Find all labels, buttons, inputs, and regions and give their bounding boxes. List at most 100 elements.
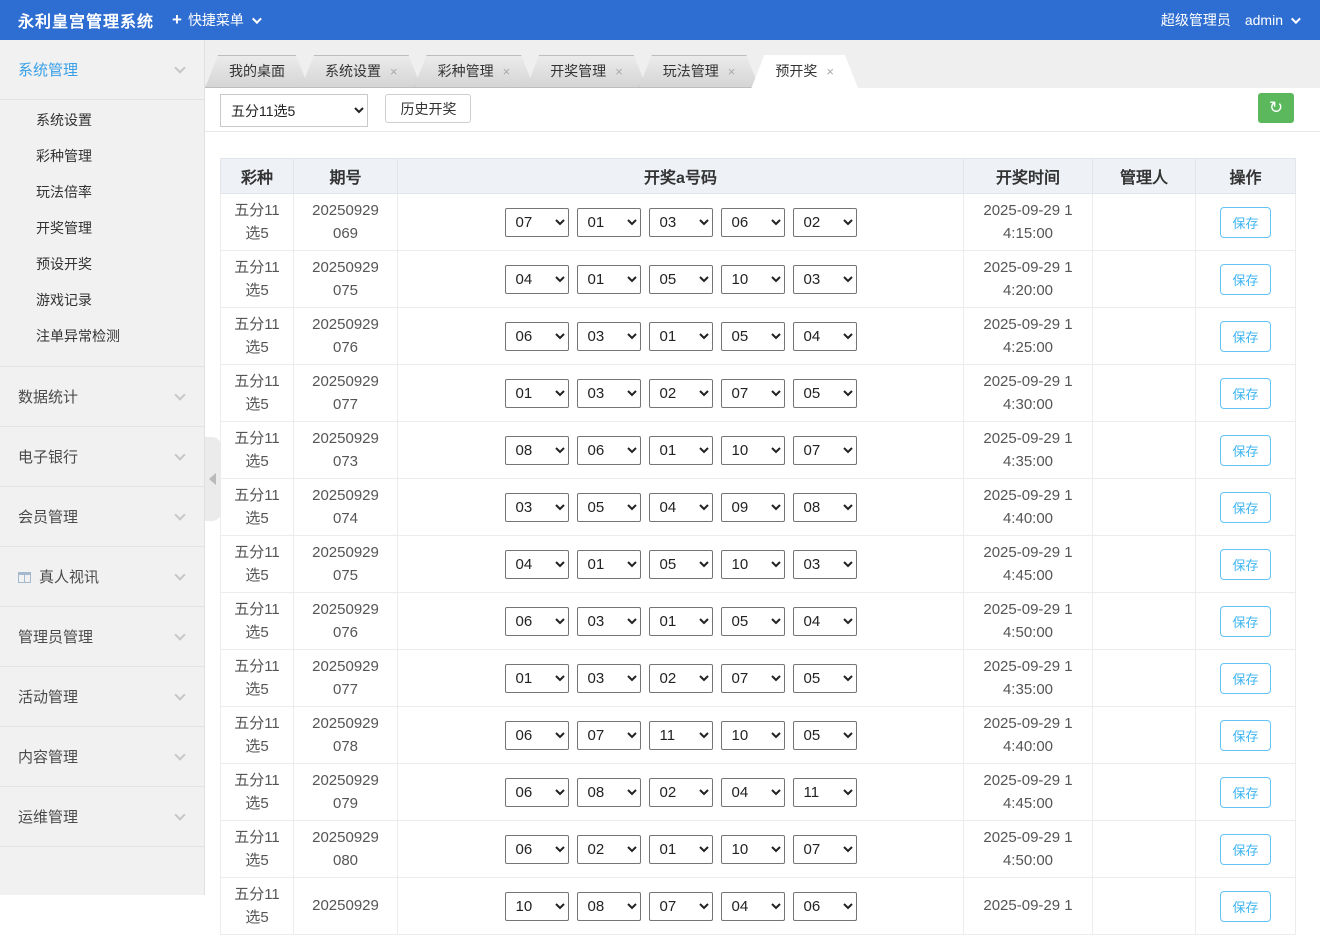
number-select[interactable]: 02 [577, 835, 641, 864]
sidebar-item[interactable]: 注单异常检测 [0, 318, 204, 354]
quick-menu-button[interactable]: + 快捷菜单 [172, 10, 259, 30]
number-select[interactable]: 02 [649, 664, 713, 693]
number-select[interactable]: 03 [577, 322, 641, 351]
number-select[interactable]: 02 [649, 379, 713, 408]
number-select[interactable]: 04 [505, 265, 569, 294]
number-select[interactable]: 06 [505, 721, 569, 750]
sidebar-group-9[interactable]: 运维管理 [0, 787, 204, 847]
sidebar-group-4[interactable]: 会员管理 [0, 487, 204, 547]
number-select[interactable]: 07 [793, 835, 857, 864]
number-select[interactable]: 03 [505, 493, 569, 522]
number-select[interactable]: 08 [793, 493, 857, 522]
number-select[interactable]: 03 [577, 379, 641, 408]
number-select[interactable]: 04 [505, 550, 569, 579]
sidebar-group-5[interactable]: 真人视讯 [0, 547, 204, 607]
number-select[interactable]: 01 [577, 265, 641, 294]
save-button[interactable]: 保存 [1220, 777, 1270, 808]
number-select[interactable]: 11 [793, 778, 857, 807]
number-select[interactable]: 02 [793, 208, 857, 237]
number-select[interactable]: 10 [505, 892, 569, 921]
number-select[interactable]: 04 [649, 493, 713, 522]
number-select[interactable]: 07 [721, 379, 785, 408]
number-select[interactable]: 10 [721, 835, 785, 864]
save-button[interactable]: 保存 [1220, 891, 1270, 922]
number-select[interactable]: 01 [505, 664, 569, 693]
number-select[interactable]: 05 [649, 550, 713, 579]
sidebar-item[interactable]: 开奖管理 [0, 210, 204, 246]
close-icon[interactable]: × [390, 64, 398, 79]
tab-6[interactable]: 预开奖× [751, 55, 858, 88]
number-select[interactable]: 08 [505, 436, 569, 465]
number-select[interactable]: 08 [577, 892, 641, 921]
close-icon[interactable]: × [615, 64, 623, 79]
number-select[interactable]: 06 [505, 607, 569, 636]
number-select[interactable]: 03 [793, 550, 857, 579]
number-select[interactable]: 06 [721, 208, 785, 237]
number-select[interactable]: 10 [721, 436, 785, 465]
lottery-type-select[interactable]: 五分11选5 [220, 94, 368, 127]
number-select[interactable]: 07 [577, 721, 641, 750]
number-select[interactable]: 06 [793, 892, 857, 921]
number-select[interactable]: 02 [649, 778, 713, 807]
number-select[interactable]: 05 [793, 379, 857, 408]
save-button[interactable]: 保存 [1220, 435, 1270, 466]
number-select[interactable]: 03 [577, 607, 641, 636]
tab-1[interactable]: 我的桌面 [205, 55, 309, 88]
number-select[interactable]: 04 [793, 322, 857, 351]
close-icon[interactable]: × [728, 64, 736, 79]
number-select[interactable]: 03 [649, 208, 713, 237]
number-select[interactable]: 06 [505, 778, 569, 807]
number-select[interactable]: 04 [721, 892, 785, 921]
tab-2[interactable]: 系统设置× [301, 55, 422, 88]
number-select[interactable]: 05 [793, 664, 857, 693]
number-select[interactable]: 01 [649, 607, 713, 636]
number-select[interactable]: 01 [649, 322, 713, 351]
save-button[interactable]: 保存 [1220, 720, 1270, 751]
save-button[interactable]: 保存 [1220, 549, 1270, 580]
number-select[interactable]: 07 [505, 208, 569, 237]
save-button[interactable]: 保存 [1220, 663, 1270, 694]
number-select[interactable]: 06 [505, 322, 569, 351]
number-select[interactable]: 10 [721, 721, 785, 750]
number-select[interactable]: 05 [649, 265, 713, 294]
sidebar-group-7[interactable]: 活动管理 [0, 667, 204, 727]
number-select[interactable]: 09 [721, 493, 785, 522]
save-button[interactable]: 保存 [1220, 207, 1270, 238]
save-button[interactable]: 保存 [1220, 492, 1270, 523]
number-select[interactable]: 05 [793, 721, 857, 750]
sidebar-group-2[interactable]: 数据统计 [0, 367, 204, 427]
number-select[interactable]: 03 [577, 664, 641, 693]
history-draws-button[interactable]: 历史开奖 [385, 94, 471, 123]
number-select[interactable]: 07 [649, 892, 713, 921]
save-button[interactable]: 保存 [1220, 264, 1270, 295]
close-icon[interactable]: × [503, 64, 511, 79]
close-icon[interactable]: × [826, 64, 834, 79]
number-select[interactable]: 01 [649, 835, 713, 864]
number-select[interactable]: 04 [721, 778, 785, 807]
sidebar-collapse-handle[interactable] [205, 437, 221, 521]
refresh-button[interactable]: ↻ [1258, 93, 1294, 123]
sidebar-group-1[interactable]: 系统管理 [0, 40, 204, 100]
user-menu[interactable]: admin [1245, 12, 1298, 28]
tab-4[interactable]: 开奖管理× [526, 55, 647, 88]
number-select[interactable]: 06 [577, 436, 641, 465]
number-select[interactable]: 05 [721, 322, 785, 351]
save-button[interactable]: 保存 [1220, 378, 1270, 409]
number-select[interactable]: 01 [649, 436, 713, 465]
save-button[interactable]: 保存 [1220, 321, 1270, 352]
number-select[interactable]: 06 [505, 835, 569, 864]
sidebar-group-6[interactable]: 管理员管理 [0, 607, 204, 667]
sidebar-item[interactable]: 玩法倍率 [0, 174, 204, 210]
tab-5[interactable]: 玩法管理× [639, 55, 760, 88]
sidebar-item[interactable]: 彩种管理 [0, 138, 204, 174]
number-select[interactable]: 01 [505, 379, 569, 408]
number-select[interactable]: 11 [649, 721, 713, 750]
number-select[interactable]: 05 [577, 493, 641, 522]
number-select[interactable]: 07 [721, 664, 785, 693]
sidebar-item[interactable]: 系统设置 [0, 102, 204, 138]
number-select[interactable]: 08 [577, 778, 641, 807]
number-select[interactable]: 01 [577, 208, 641, 237]
sidebar-item[interactable]: 预设开奖 [0, 246, 204, 282]
save-button[interactable]: 保存 [1220, 834, 1270, 865]
number-select[interactable]: 05 [721, 607, 785, 636]
